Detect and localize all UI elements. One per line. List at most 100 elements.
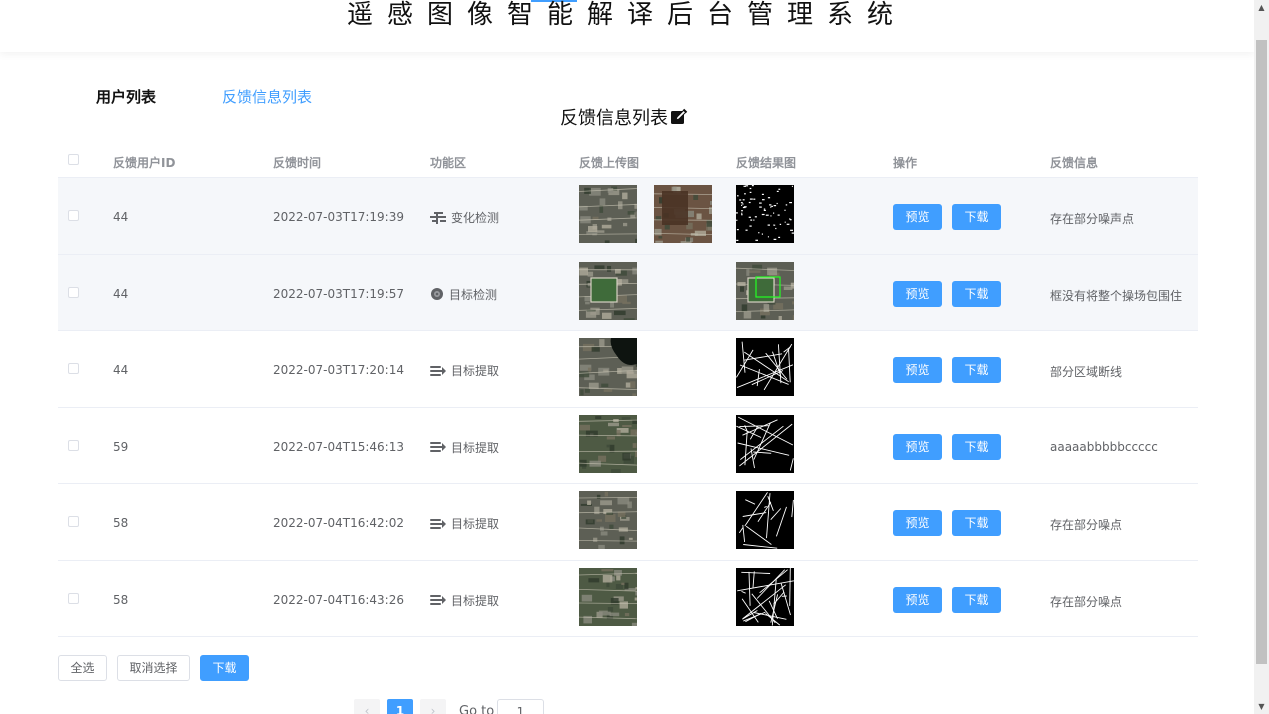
page-number-current[interactable]: 1 [387,699,413,714]
section-title: 反馈信息列表 [560,104,688,130]
upload-image [579,491,637,549]
download-button[interactable]: 下载 [952,586,1001,613]
upload-image-thumb[interactable] [579,261,637,320]
function-label: 变化检测 [451,211,500,225]
feedback-message-cell: 存在部分噪点 [1050,518,1123,532]
result-image [736,567,794,626]
extract-icon [430,518,446,529]
upload-image-thumb[interactable] [579,491,637,549]
edit-icon [671,108,688,124]
time-cell: 2022-07-04T15:46:13 [273,439,404,454]
preview-button[interactable]: 预览 [893,357,942,383]
upload-image [579,414,637,473]
function-cell: 目标提取 [430,362,499,379]
result-image-thumb[interactable] [736,414,794,473]
tab-feedback-list[interactable]: 反馈信息列表 [222,86,312,107]
upload-image-thumb[interactable] [579,567,637,626]
upload-image-thumb[interactable] [654,185,712,243]
user-id-cell: 44 [113,286,129,301]
col-upload-image: 反馈上传图 [579,156,640,170]
download-button[interactable]: 下载 [952,204,1001,230]
row-checkbox[interactable] [68,210,79,221]
deselect-button[interactable]: 取消选择 [117,655,190,681]
result-image-thumb[interactable] [736,491,794,549]
preview-button[interactable]: 预览 [893,510,942,536]
function-label: 目标提取 [451,364,500,378]
function-cell: 目标提取 [430,439,499,456]
result-image-thumb[interactable] [736,261,794,320]
function-cell: 目标提取 [430,515,499,532]
scrollbar-thumb[interactable] [1256,40,1267,664]
feedback-message-cell: 存在部分噪声点 [1050,212,1135,226]
next-page-button[interactable]: › [420,699,446,714]
result-image [736,185,794,243]
scroll-down-arrow-icon[interactable]: ▼ [1254,699,1269,714]
upload-image-thumb[interactable] [579,414,637,473]
result-image [736,338,794,396]
function-cell: 变化检测 [430,209,499,226]
function-label: 目标提取 [451,440,500,455]
table-row: 59 2022-07-04T15:46:13 目标提取 预览 下载 aaaaabbbbbc… [58,408,1198,484]
bulk-download-button[interactable]: 下载 [200,655,249,681]
row-checkbox[interactable] [68,439,79,451]
upload-image [579,567,637,626]
table-row: 44 2022-07-03T17:19:39 变化检测 预览 下载 存在部分噪声点 [58,178,1198,255]
result-image-thumb[interactable] [736,185,794,243]
scroll-up-arrow-icon[interactable]: ▲ [1254,0,1269,15]
user-id-cell: 44 [113,363,129,377]
preview-button[interactable]: 预览 [893,586,942,613]
system-title: 遥感图像智能解译后台管理系统 [346,0,907,30]
feedback-message-cell: aaaaabbbbbccccc [1050,439,1158,454]
result-image-thumb[interactable] [736,338,794,396]
upload-image [579,261,637,320]
row-checkbox[interactable] [68,516,79,527]
upload-image [579,338,637,396]
select-all-button[interactable]: 全选 [58,655,107,681]
row-checkbox[interactable] [68,592,79,604]
user-id-cell: 58 [113,592,129,607]
row-checkbox[interactable] [68,363,79,374]
function-label: 目标提取 [451,517,500,531]
upload-image-thumb[interactable] [579,185,637,243]
top-bar: 遥感图像智能解译后台管理系统 [0,0,1254,52]
prev-page-button[interactable]: ‹ [354,699,380,714]
result-image [736,491,794,549]
preview-button[interactable]: 预览 [893,433,942,460]
feedback-table: 反馈用户ID 反馈时间 功能区 反馈上传图 反馈结果图 操作 反馈信息 44 20… [58,142,1198,637]
user-id-cell: 58 [113,516,129,530]
feedback-message-cell: 存在部分噪点 [1050,594,1123,609]
table-body: 44 2022-07-03T17:19:39 变化检测 预览 下载 存在部分噪声点 44 20… [58,178,1198,637]
col-user-id: 反馈用户ID [113,156,176,170]
section-title-text: 反馈信息列表 [560,108,668,129]
col-function: 功能区 [430,156,467,170]
col-time: 反馈时间 [273,156,322,170]
table-row: 58 2022-07-04T16:42:02 目标提取 预览 下载 存在部分噪点 [58,484,1198,561]
select-all-checkbox[interactable] [68,154,79,165]
download-button[interactable]: 下载 [952,280,1001,307]
time-cell: 2022-07-04T16:42:02 [273,516,404,530]
page-scrollbar[interactable]: ▲ ▼ [1254,0,1269,714]
download-button[interactable]: 下载 [952,433,1001,460]
user-id-cell: 59 [113,439,129,454]
result-image [736,414,794,473]
result-image-thumb[interactable] [736,567,794,626]
table-row: 58 2022-07-04T16:43:26 目标提取 预览 下载 存在部分噪点 [58,561,1198,637]
preview-button[interactable]: 预览 [893,204,942,230]
upload-image-thumb[interactable] [579,338,637,396]
function-label: 目标检测 [449,287,498,302]
tab-user-list[interactable]: 用户列表 [96,86,156,107]
target-detect-icon [431,288,443,300]
table-row: 44 2022-07-03T17:19:57 目标检测 预览 下载 框没有将整个操场包围住 [58,254,1198,331]
table-row: 44 2022-07-03T17:20:14 目标提取 预览 下载 部分区域断线 [58,331,1198,408]
col-message: 反馈信息 [1050,156,1099,170]
table-header: 反馈用户ID 反馈时间 功能区 反馈上传图 反馈结果图 操作 反馈信息 [58,142,1198,178]
download-button[interactable]: 下载 [952,357,1001,383]
feedback-message-cell: 框没有将整个操场包围住 [1050,288,1183,303]
extract-icon [430,595,446,605]
time-cell: 2022-07-04T16:43:26 [273,592,404,607]
download-button[interactable]: 下载 [952,510,1001,536]
goto-page-input[interactable] [497,699,544,714]
upload-image [654,185,712,243]
preview-button[interactable]: 预览 [893,280,942,307]
row-checkbox[interactable] [68,286,79,298]
